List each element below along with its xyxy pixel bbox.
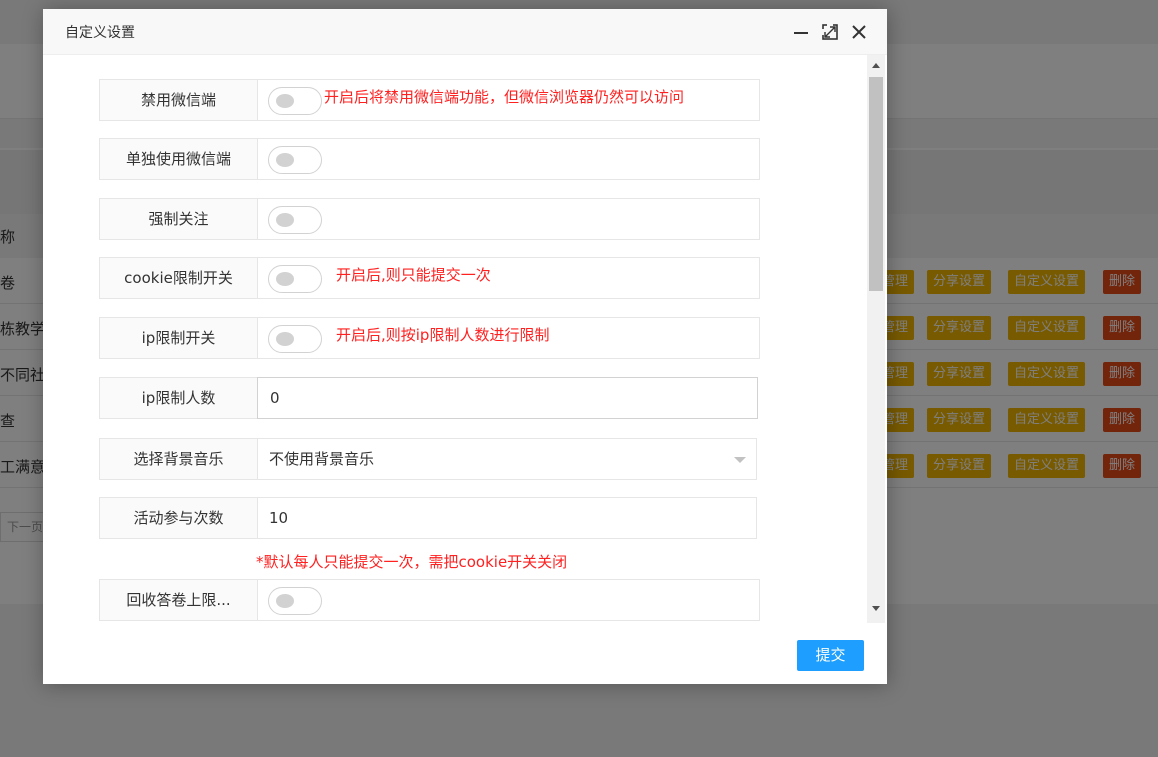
- participation-count-field: 10: [257, 497, 757, 539]
- dialog-body: 禁用微信端 开启后将禁用微信端功能，但微信浏览器仍然可以访问 单独使用微信端 强…: [43, 55, 887, 623]
- switch-knob: [276, 594, 294, 608]
- disable-wechat-field: 开启后将禁用微信端功能，但微信浏览器仍然可以访问: [257, 79, 760, 121]
- ip-limit-label: ip限制开关: [99, 317, 258, 359]
- maximize-icon[interactable]: [821, 23, 839, 41]
- form-row-cookie-limit: cookie限制开关 开启后,则只能提交一次: [99, 257, 760, 299]
- wechat-only-label: 单独使用微信端: [99, 138, 258, 180]
- scroll-down-arrow-icon[interactable]: [872, 606, 880, 611]
- force-follow-switch[interactable]: [268, 206, 322, 234]
- switch-knob: [276, 272, 294, 286]
- custom-settings-dialog: 自定义设置 禁用微信端 开启后将禁用微信端功能，但微信浏览器仍然可以访问 单独使…: [43, 9, 887, 684]
- disable-wechat-label: 禁用微信端: [99, 79, 258, 121]
- participation-count-note: *默认每人只能提交一次，需把cookie开关关闭: [256, 553, 568, 571]
- form-row-ip-limit: ip限制开关 开启后,则按ip限制人数进行限制: [99, 317, 760, 359]
- form-row-recycle-limit: 回收答卷上限...: [99, 579, 760, 621]
- scrollbar-thumb[interactable]: [869, 77, 883, 291]
- ip-limit-count-label: ip限制人数: [99, 377, 258, 419]
- bg-music-label: 选择背景音乐: [99, 438, 258, 480]
- recycle-limit-switch[interactable]: [268, 587, 322, 615]
- close-icon[interactable]: [850, 23, 868, 41]
- recycle-limit-label: 回收答卷上限...: [99, 579, 258, 621]
- ip-limit-field: 开启后,则按ip限制人数进行限制: [257, 317, 760, 359]
- wechat-only-switch[interactable]: [268, 146, 322, 174]
- chevron-down-icon: [734, 457, 746, 463]
- form-row-disable-wechat: 禁用微信端 开启后将禁用微信端功能，但微信浏览器仍然可以访问: [99, 79, 760, 121]
- form-row-participation-count: 活动参与次数 10: [99, 497, 757, 539]
- force-follow-field: [257, 198, 760, 240]
- dialog-title: 自定义设置: [65, 25, 135, 41]
- cookie-limit-switch[interactable]: [268, 265, 322, 293]
- dialog-scrollbar[interactable]: [867, 55, 885, 623]
- disable-wechat-tip: 开启后将禁用微信端功能，但微信浏览器仍然可以访问: [324, 88, 685, 106]
- form-row-ip-limit-count: ip限制人数 0: [99, 377, 760, 419]
- dialog-header: 自定义设置: [43, 9, 887, 55]
- bg-music-selected-value: 不使用背景音乐: [269, 450, 375, 468]
- force-follow-label: 强制关注: [99, 198, 258, 240]
- cookie-limit-field: 开启后,则只能提交一次: [257, 257, 760, 299]
- ip-limit-count-input[interactable]: 0: [258, 378, 757, 418]
- participation-count-input[interactable]: 10: [258, 498, 756, 538]
- form-row-bg-music: 选择背景音乐 不使用背景音乐: [99, 438, 757, 480]
- switch-knob: [276, 213, 294, 227]
- submit-button[interactable]: 提交: [797, 640, 864, 671]
- form-row-wechat-only: 单独使用微信端: [99, 138, 760, 180]
- cookie-limit-label: cookie限制开关: [99, 257, 258, 299]
- recycle-limit-field: [257, 579, 760, 621]
- switch-knob: [276, 332, 294, 346]
- switch-knob: [276, 153, 294, 167]
- scroll-up-arrow-icon[interactable]: [872, 63, 880, 68]
- cookie-limit-tip: 开启后,则只能提交一次: [336, 266, 491, 284]
- ip-limit-switch[interactable]: [268, 325, 322, 353]
- participation-count-label: 活动参与次数: [99, 497, 258, 539]
- switch-knob: [276, 94, 294, 108]
- minimize-icon[interactable]: [792, 23, 810, 41]
- ip-limit-tip: 开启后,则按ip限制人数进行限制: [336, 326, 550, 344]
- ip-limit-count-field: 0: [257, 377, 758, 419]
- disable-wechat-switch[interactable]: [268, 87, 322, 115]
- wechat-only-field: [257, 138, 760, 180]
- form-row-force-follow: 强制关注: [99, 198, 760, 240]
- bg-music-select[interactable]: 不使用背景音乐: [257, 438, 757, 480]
